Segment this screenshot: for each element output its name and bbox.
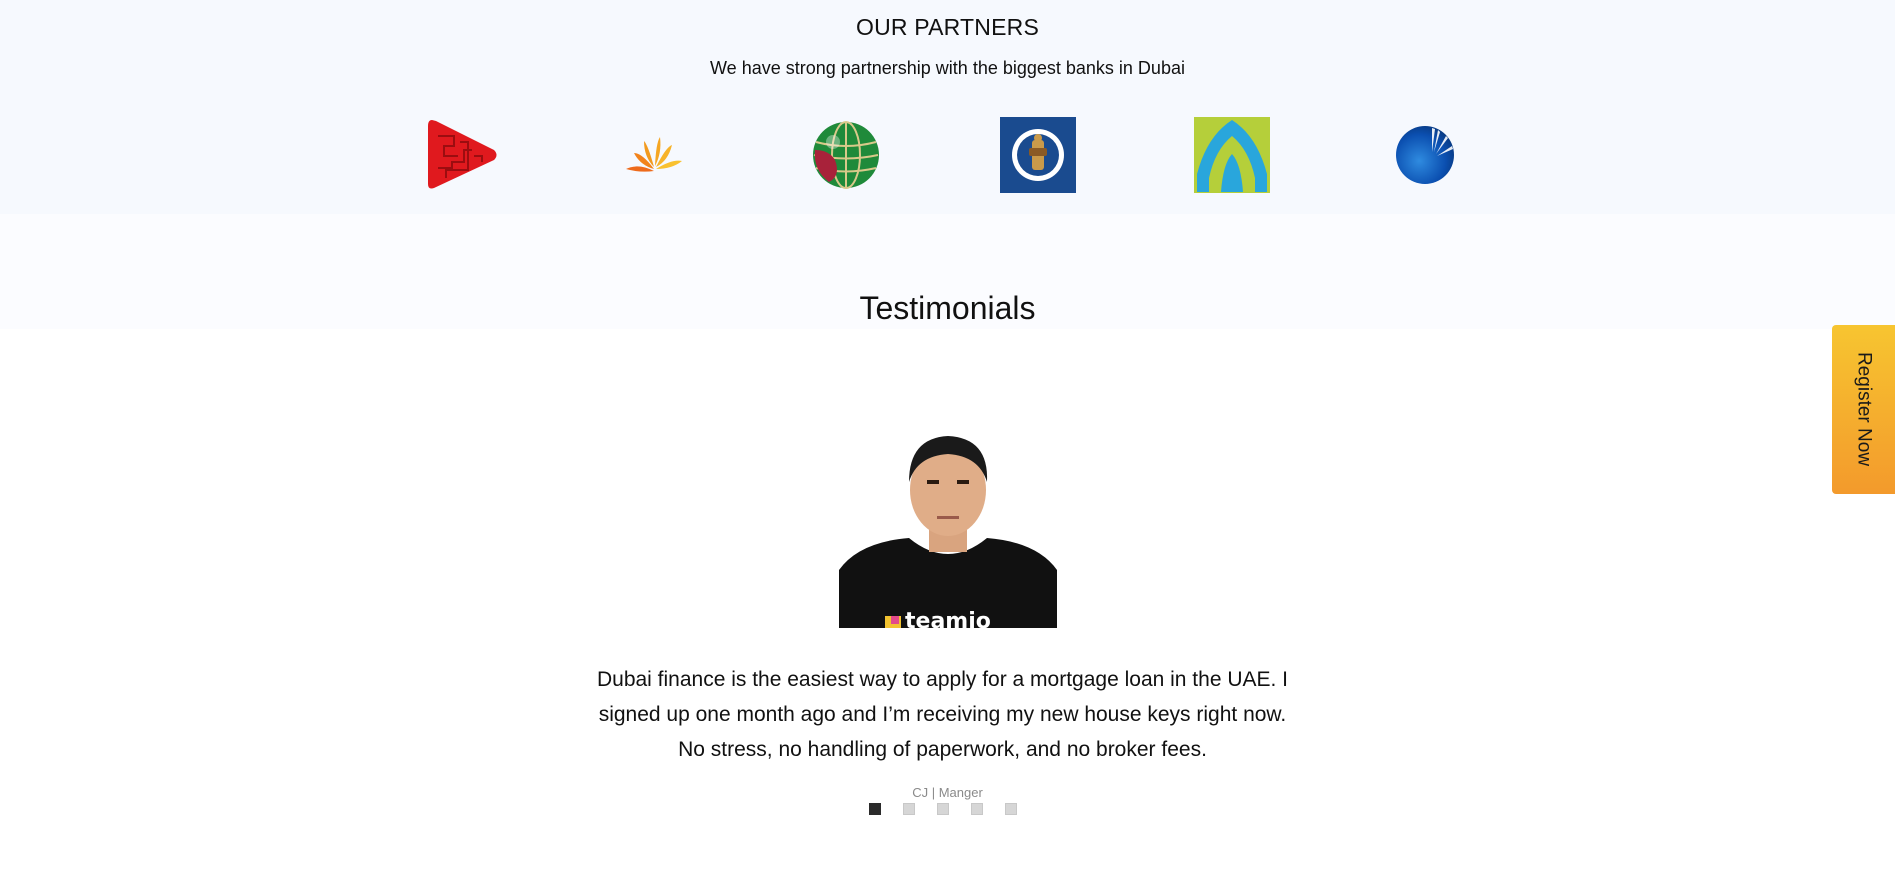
carousel-dot-1[interactable]	[869, 803, 881, 815]
green-globe-bank-logo[interactable]	[806, 116, 886, 194]
red-triangle-bank-logo[interactable]	[422, 116, 502, 194]
partners-section: OUR PARTNERS We have strong partnership …	[0, 0, 1895, 214]
carousel-pagination	[869, 803, 1017, 815]
shirt-text: teamio	[905, 609, 991, 628]
carousel-dot-4[interactable]	[971, 803, 983, 815]
green-blue-arch-bank-logo[interactable]	[1192, 116, 1272, 194]
testimonial-quote: Dubai finance is the easiest way to appl…	[596, 668, 1289, 761]
register-now-button[interactable]: Register Now	[1832, 325, 1895, 494]
testimonial-avatar: teamio	[839, 420, 1057, 628]
partners-title: OUR PARTNERS	[855, 14, 1040, 40]
testimonial-author: CJ | Manger	[912, 785, 983, 800]
carousel-dot-3[interactable]	[937, 803, 949, 815]
blue-emblem-bank-logo[interactable]	[998, 116, 1078, 194]
partners-subtitle: We have strong partnership with the bigg…	[710, 58, 1185, 78]
blue-sphere-bank-logo[interactable]	[1385, 116, 1465, 194]
carousel-dot-5[interactable]	[1005, 803, 1017, 815]
orange-fan-bank-logo[interactable]	[614, 116, 694, 194]
testimonials-title: Testimonials	[859, 290, 1036, 326]
register-now-label: Register Now	[1853, 352, 1875, 467]
carousel-dot-2[interactable]	[903, 803, 915, 815]
